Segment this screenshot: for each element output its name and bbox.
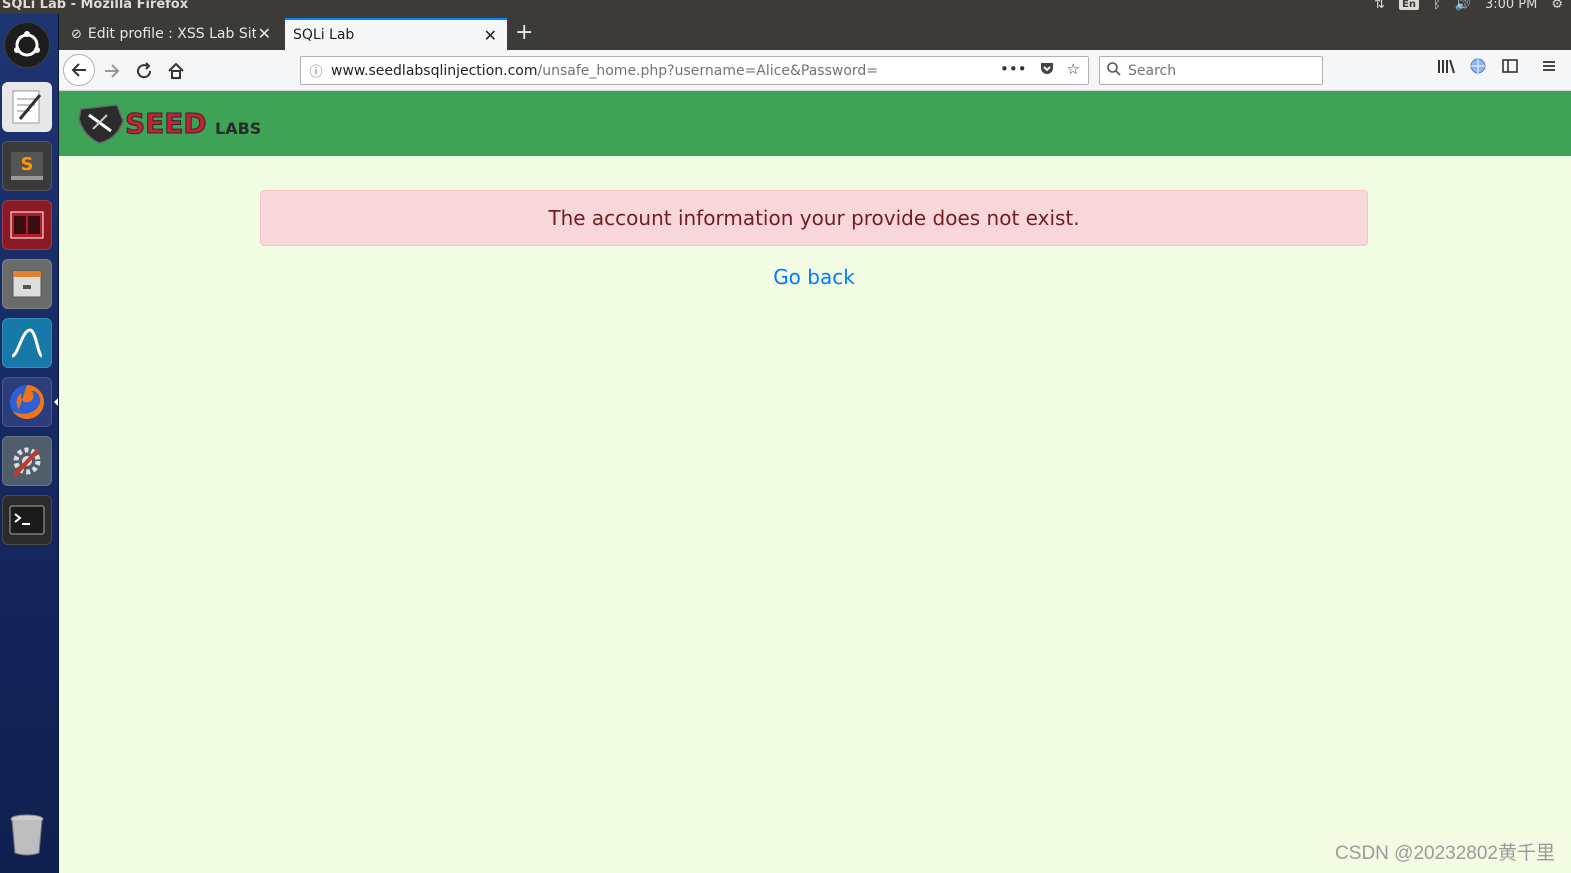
svg-text:S: S	[21, 154, 34, 175]
window-title: SQLi Lab - Mozilla Firefox	[2, 0, 189, 12]
launcher: S	[0, 14, 59, 873]
ubuntu-dash-icon[interactable]	[4, 22, 50, 68]
tab-close-icon[interactable]: ✕	[258, 24, 271, 43]
tab-sqli-lab[interactable]: SQLi Lab ✕	[285, 18, 507, 50]
system-settings-icon[interactable]	[2, 436, 52, 486]
system-tray: ⇅ En ᛒ 🔊 3:00 PM ⚙	[1374, 0, 1563, 12]
bookmark-star-icon[interactable]: ☆	[1067, 60, 1080, 80]
url-bar[interactable]: ⓘ www.seedlabsqlinjection.com/unsafe_hom…	[300, 56, 1089, 85]
search-placeholder: Search	[1128, 62, 1177, 79]
tab-label: Edit profile : XSS Lab Site	[87, 26, 256, 42]
svg-text:LABS: LABS	[215, 119, 261, 138]
forward-button[interactable]	[97, 56, 127, 86]
forward-arrow-icon	[105, 64, 120, 78]
keyboard-layout-indicator[interactable]: En	[1399, 0, 1419, 10]
firefox-icon[interactable]	[2, 377, 52, 427]
home-icon	[168, 62, 184, 79]
sublime-text-icon[interactable]: S	[2, 141, 52, 191]
page-actions-icon[interactable]: •••	[1000, 60, 1027, 80]
wireshark-icon[interactable]	[2, 318, 52, 368]
extension-globe-icon[interactable]	[1470, 58, 1486, 78]
search-icon	[1100, 61, 1128, 80]
home-button[interactable]	[161, 56, 191, 86]
pocket-icon[interactable]	[1039, 60, 1055, 80]
search-bar[interactable]: Search	[1099, 56, 1323, 85]
url-text[interactable]: www.seedlabsqlinjection.com/unsafe_home.…	[331, 63, 878, 79]
network-icon[interactable]: ⇅	[1374, 0, 1385, 12]
library-icon[interactable]	[1437, 58, 1455, 78]
trash-icon[interactable]	[2, 809, 52, 859]
file-manager-icon[interactable]	[2, 259, 52, 309]
navigation-toolbar: ⓘ www.seedlabsqlinjection.com/unsafe_hom…	[59, 50, 1571, 91]
seedlabs-logo[interactable]: SEED LABS	[77, 103, 277, 147]
volume-icon[interactable]: 🔊	[1455, 0, 1471, 12]
terminal-icon[interactable]	[2, 495, 52, 545]
site-header: SEED LABS	[59, 91, 1571, 156]
watermark-text: CSDN @20232802黄千里	[1335, 843, 1555, 864]
clock[interactable]: 3:00 PM	[1485, 0, 1537, 12]
alert-message: The account information your provide doe…	[548, 206, 1080, 230]
site-info-icon[interactable]: ⓘ	[301, 61, 331, 80]
new-tab-plus-icon[interactable]: +	[515, 20, 533, 45]
bluetooth-icon[interactable]: ᛒ	[1433, 0, 1441, 12]
tab-bar: ⊘ Edit profile : XSS Lab Site ✕ SQLi Lab…	[59, 14, 1571, 50]
go-back-link[interactable]: Go back	[59, 265, 1569, 289]
sidebar-toggle-icon[interactable]	[1502, 58, 1518, 78]
back-button[interactable]	[63, 54, 95, 86]
tab-close-icon[interactable]: ✕	[484, 26, 497, 45]
error-alert: The account information your provide doe…	[260, 190, 1368, 246]
svg-text:SEED: SEED	[125, 107, 207, 140]
back-arrow-icon	[71, 63, 86, 77]
hamburger-menu-icon[interactable]	[1541, 58, 1557, 78]
reload-button[interactable]	[129, 56, 159, 86]
tab-label: SQLi Lab	[293, 27, 355, 43]
url-path: /unsafe_home.php?username=Alice&Password…	[537, 62, 879, 79]
page-content: SEED LABS The account information your p…	[59, 91, 1571, 873]
url-host: www.seedlabsqlinjection.com	[331, 62, 538, 79]
terminal-split-icon[interactable]	[2, 200, 52, 250]
text-editor-icon[interactable]	[2, 82, 52, 132]
session-gear-icon[interactable]: ⚙	[1551, 0, 1563, 12]
system-top-bar: SQLi Lab - Mozilla Firefox ⇅ En ᛒ 🔊 3:00…	[0, 0, 1571, 14]
reload-icon	[137, 62, 152, 79]
tab-edit-profile[interactable]: ⊘ Edit profile : XSS Lab Site ✕	[63, 18, 281, 50]
tab-favicon-icon: ⊘	[71, 26, 82, 42]
